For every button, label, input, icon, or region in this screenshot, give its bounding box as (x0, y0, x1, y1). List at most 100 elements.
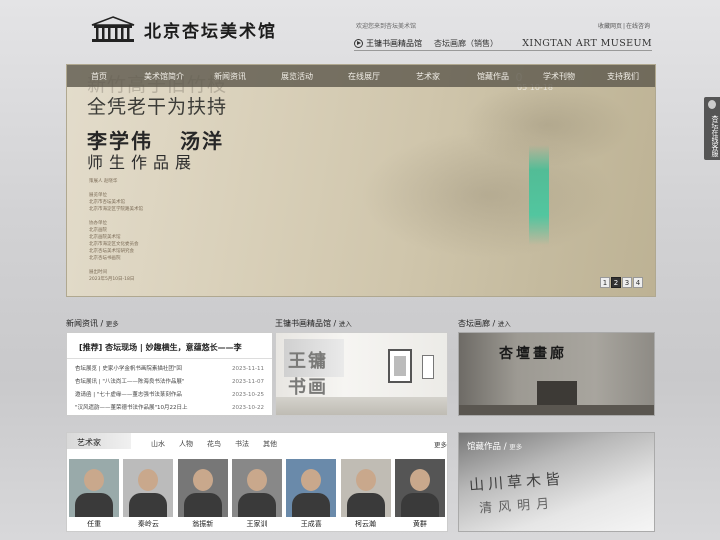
artist-card[interactable]: 黄群 (393, 459, 447, 529)
wangyong-gallery-link[interactable]: 王镛书画精品馆 (366, 38, 422, 49)
nav-news[interactable]: 新闻资讯 (197, 71, 263, 82)
artist-photo (340, 459, 391, 517)
artist-card[interactable]: 任重 (67, 459, 121, 529)
banner-info: 策展人 赵晓华 展览单位 北京市杏坛美术馆 北京市海淀区学院路美术馆 协办单位 北京画… (89, 178, 143, 283)
banner-info-line: 展览单位 (89, 193, 107, 198)
banner-info-line: 北京市海淀区学院路美术馆 (89, 207, 143, 212)
gallery1-artwork-small (422, 355, 434, 379)
pager-2[interactable]: 2 (611, 277, 621, 288)
artist-list: 任重 秦岭云 翁振新 王家训 王成喜 柯云瀚 黄群 (67, 459, 447, 529)
header: 北京杏坛美术馆 欢迎您来到杏坛美术馆 收藏网页|在线咨询 王镛书画精品馆 杏坛画… (0, 0, 720, 62)
news-item-title: 杏坛展览 | 史家小学金帆书画院素描社团"回 (75, 366, 182, 372)
category-calligraphy[interactable]: 书法 (235, 439, 249, 449)
logo[interactable]: 北京杏坛美术馆 (88, 14, 298, 44)
gallery1-floor (276, 397, 447, 415)
news-list: 杏坛展览 | 史家小学金帆书画院素描社团"回 2023-11-11 杏坛展讯 | … (67, 359, 272, 415)
banner-info-line: 北京杏坛美术馆研究会 (89, 249, 134, 254)
nav-about[interactable]: 美术馆简介 (131, 71, 197, 82)
sub-links: 王镛书画精品馆 杏坛画廊（销售） XINGTAN ART MUSEUM (354, 37, 652, 49)
bookmark-link[interactable]: 收藏网页 (598, 23, 622, 30)
news-item-title: 杏坛展讯 | "八法尚工——陈海良书法作品展" (75, 379, 185, 385)
artist-more-link[interactable]: 更多 (434, 439, 447, 449)
artist-card[interactable]: 翁振新 (176, 459, 230, 529)
logo-text: 北京杏坛美术馆 (144, 21, 277, 42)
gallery2-enter-link[interactable]: 进入 (498, 320, 511, 328)
category-landscape[interactable]: 山水 (151, 439, 165, 449)
artist-card[interactable]: 王成喜 (284, 459, 338, 529)
artist-name: 柯云瀚 (355, 520, 377, 528)
banner-info-line: 协办单位 (89, 221, 107, 226)
category-flower-bird[interactable]: 花鸟 (207, 439, 221, 449)
news-more-link[interactable]: 更多 (106, 320, 119, 328)
museum-building-icon (91, 16, 135, 42)
banner-pager: 1 2 3 4 (600, 277, 643, 288)
artist-label: 艺术家 (67, 433, 131, 449)
collection-panel[interactable]: 馆藏作品 / 更多 山川草木皆 清风明月 (458, 432, 655, 532)
artist-card[interactable]: 柯云瀚 (338, 459, 392, 529)
news-headline[interactable]: [推荐] 杏坛现场 | 妙趣横生，意蕴悠长——李 (67, 333, 272, 359)
nav-home[interactable]: 首页 (67, 71, 131, 82)
pager-4[interactable]: 4 (633, 277, 643, 288)
news-item[interactable]: 杏坛展讯 | "八法尚工——陈海良书法作品展" 2023-11-07 (75, 376, 264, 389)
nav-artists[interactable]: 艺术家 (397, 71, 459, 82)
banner-decoration (529, 145, 549, 245)
xingtan-gallery-image[interactable]: 杏壇畫廊 (458, 332, 655, 416)
gallery2-sign: 杏壇畫廊 (499, 346, 567, 362)
banner-info-line (89, 213, 143, 220)
banner-info-line (89, 185, 143, 192)
pager-3[interactable]: 3 (622, 277, 632, 288)
news-item[interactable]: "汉风遗韵——董荣德书法作品展"10月22日上 2023-10-22 (75, 402, 264, 415)
gallery1-enter-link[interactable]: 进入 (339, 320, 352, 328)
news-item[interactable]: 杏坛展览 | 史家小学金帆书画院素描社团"回 2023-11-11 (75, 363, 264, 376)
nav-collection[interactable]: 馆藏作品 (459, 71, 527, 82)
artist-photo (177, 459, 228, 517)
nav-support[interactable]: 支持我们 (591, 71, 655, 82)
collection-more-link[interactable]: 更多 (509, 443, 522, 451)
service-avatar-icon (708, 100, 716, 109)
gallery1-sign: 王镛书画 (284, 339, 344, 398)
pager-1[interactable]: 1 (600, 277, 610, 288)
header-divider (354, 50, 652, 51)
nav-online-hall[interactable]: 在线展厅 (331, 71, 397, 82)
wangyong-gallery-image[interactable]: 王镛书画 (275, 332, 448, 416)
gallery1-title: 王镛书画精品馆 (275, 319, 331, 328)
banner-info-line: 北京杏坛书画院 (89, 256, 121, 261)
artist-photo (394, 459, 445, 517)
collection-calligraphy-2: 清风明月 (478, 496, 556, 517)
nav-journals[interactable]: 学术刊物 (527, 71, 591, 82)
category-figure[interactable]: 人物 (179, 439, 193, 449)
category-other[interactable]: 其他 (263, 439, 277, 449)
artist-card[interactable]: 秦岭云 (121, 459, 175, 529)
play-icon[interactable] (354, 38, 363, 48)
artist-name: 秦岭云 (137, 520, 159, 528)
news-item[interactable]: 邀请函 | "七十虚缘——董志强书法篆刻作品 2023-10-25 (75, 389, 264, 402)
news-section-title: 新闻资讯 / 更多 (66, 319, 119, 328)
banner-info-line: 北京市海淀区文化委员会 (89, 242, 139, 247)
online-consult-link[interactable]: 在线咨询 (626, 23, 650, 30)
main-nav: 首页 美术馆简介 新闻资讯 展览活动 在线展厅 艺术家 馆藏作品 学术刊物 支持… (67, 65, 655, 87)
news-title: 新闻资讯 (66, 319, 98, 328)
collection-title: 馆藏作品 / 更多 (467, 442, 523, 452)
banner-exhibit-title: 师生作品展 (87, 153, 198, 172)
artist-photo (231, 459, 282, 517)
gallery2-section-title: 杏坛画廊 / 进入 (458, 319, 511, 328)
online-service-tab[interactable]: 杏坛在线客服 (704, 97, 720, 160)
nav-exhibitions[interactable]: 展览活动 (263, 71, 331, 82)
xingtan-gallery-link[interactable]: 杏坛画廊（销售） (434, 38, 498, 49)
artist-photo (123, 459, 174, 517)
artist-panel: 艺术家 山水 人物 花鸟 书法 其他 更多 任重 秦岭云 翁振新 王家训 王成喜… (66, 432, 448, 532)
banner-info-line: 北京画院美术馆 (89, 235, 121, 240)
hero-banner[interactable]: 新竹高于旧竹枝 2 0 05 10-18 首页 美术馆简介 新闻资讯 展览活动 … (66, 64, 656, 297)
gallery2-title: 杏坛画廊 (458, 319, 490, 328)
artist-card[interactable]: 王家训 (230, 459, 284, 529)
artist-categories: 山水 人物 花鸟 书法 其他 (151, 439, 277, 449)
collection-calligraphy: 山川草木皆 (468, 469, 565, 495)
banner-info-line: 北京画院 (89, 228, 107, 233)
banner-info-line: 策展人 赵晓华 (89, 179, 118, 184)
banner-info-line: 2023年5月10日-18日 (89, 277, 135, 282)
artist-name: 翁振新 (192, 520, 214, 528)
news-item-title: "汉风遗韵——董荣德书法作品展"10月22日上 (75, 405, 188, 411)
news-item-title: 邀请函 | "七十虚缘——董志强书法篆刻作品 (75, 392, 182, 398)
artist-photo (69, 459, 120, 517)
museum-english-name: XINGTAN ART MUSEUM (522, 37, 652, 49)
